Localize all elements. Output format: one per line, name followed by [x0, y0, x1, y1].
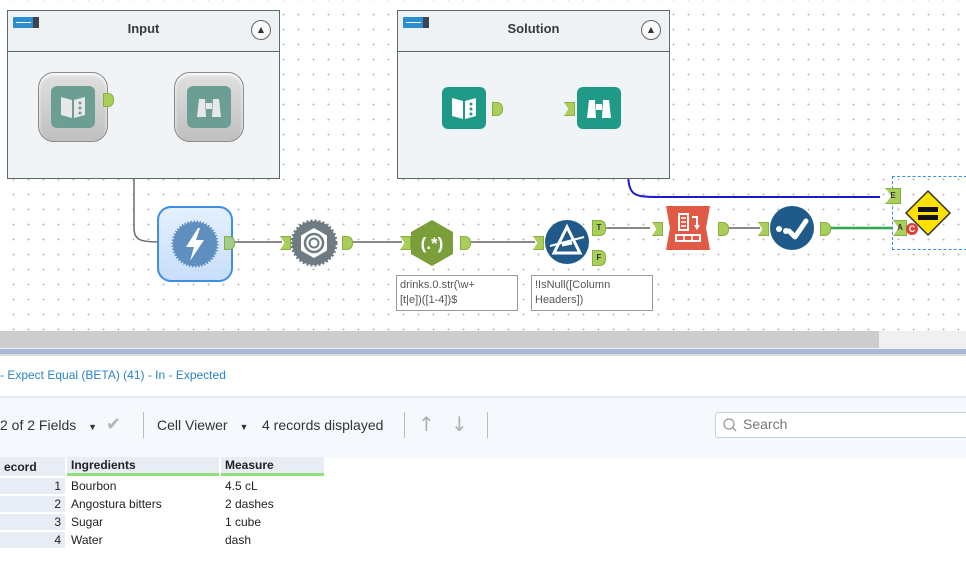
svg-text:(.*): (.*) — [421, 234, 444, 253]
toolbar-separator — [143, 412, 144, 438]
record-cell: 1 — [0, 478, 65, 494]
crosstab-tool[interactable] — [664, 205, 712, 251]
container-header[interactable]: Solution ▲ — [398, 11, 669, 52]
container-solution[interactable]: Solution ▲ — [397, 10, 670, 179]
book-icon — [442, 87, 486, 129]
checkmark-dots-icon — [770, 206, 814, 250]
prism-filter-icon — [545, 220, 589, 264]
table-header-row: ecord Ingredients Measure — [0, 457, 324, 476]
ingredients-cell[interactable]: Water — [67, 532, 219, 548]
output-anchor[interactable] — [103, 93, 114, 107]
container-title: Input — [127, 21, 160, 36]
cache-badge-icon: C — [906, 223, 918, 235]
json-parse-tool[interactable] — [290, 219, 338, 267]
output-anchor[interactable] — [718, 222, 729, 236]
crosstab-icon — [666, 206, 710, 250]
browse-tool[interactable] — [577, 87, 621, 129]
checkmark-icon[interactable]: ✔ — [106, 414, 121, 435]
input-data-tool[interactable] — [38, 72, 108, 142]
caret-down-icon: ▼ — [239, 422, 249, 432]
ingredients-cell[interactable]: Sugar — [67, 514, 219, 530]
measure-cell[interactable]: 4.5 cL — [221, 478, 324, 494]
output-anchor[interactable] — [460, 236, 471, 250]
test-tool[interactable] — [769, 205, 815, 251]
regex-tool[interactable]: (.*) — [409, 218, 455, 268]
measure-cell[interactable]: 2 dashes — [221, 496, 324, 512]
spiral-gear-icon — [290, 219, 338, 267]
chevron-up-icon[interactable]: ▲ — [251, 20, 271, 40]
table-row[interactable]: 2 Angostura bitters 2 dashes — [0, 496, 324, 512]
record-cell: 2 — [0, 496, 65, 512]
annotation-line: drinks.0.str(\w+ — [400, 279, 475, 291]
arrow-down-icon[interactable]: ↓ — [451, 412, 468, 436]
record-cell: 4 — [0, 532, 65, 548]
annotation-line: !IsNull([Column — [535, 279, 611, 291]
lightning-bolt-icon — [171, 220, 219, 268]
search-placeholder: Search — [743, 416, 788, 432]
measure-cell[interactable]: dash — [221, 532, 324, 548]
false-anchor[interactable]: F — [592, 250, 606, 266]
output-anchor[interactable] — [342, 236, 353, 250]
search-icon — [723, 418, 737, 432]
records-count: 4 records displayed — [262, 417, 384, 433]
caret-down-icon: ▼ — [88, 422, 98, 432]
table-row[interactable]: 4 Water dash — [0, 532, 324, 548]
output-anchor[interactable] — [492, 102, 503, 116]
cell-viewer-label: Cell Viewer — [157, 417, 228, 433]
filter-annotation: !IsNull([Column Headers]) — [531, 275, 653, 311]
fields-label: 2 of 2 Fields — [0, 417, 77, 433]
book-icon — [51, 86, 95, 128]
workflow-canvas[interactable]: Input ▲ Solution ▲ (.*) drinks.0.str(\w+… — [0, 0, 966, 334]
output-anchor[interactable] — [224, 236, 235, 250]
container-header[interactable]: Input ▲ — [8, 11, 279, 52]
annotation-line: [t|e])([1-4])$ — [400, 294, 458, 306]
ingredients-cell[interactable]: Bourbon — [67, 478, 219, 494]
column-header-ingredients[interactable]: Ingredients — [67, 457, 219, 476]
table-row[interactable]: 3 Sugar 1 cube — [0, 514, 324, 530]
column-header-record[interactable]: ecord — [0, 457, 65, 476]
true-anchor[interactable]: T — [592, 220, 606, 236]
macro-tool[interactable] — [157, 206, 233, 282]
binoculars-icon — [577, 87, 621, 129]
toolbar-separator — [487, 412, 488, 438]
scrollbar-thumb[interactable] — [0, 331, 879, 348]
arrow-up-icon[interactable]: ↑ — [418, 412, 435, 436]
search-input[interactable]: Search — [715, 412, 966, 438]
input-data-tool[interactable] — [442, 87, 486, 129]
panel-splitter[interactable] — [0, 349, 966, 356]
toolbar-separator — [404, 412, 405, 438]
chevron-up-icon[interactable]: ▲ — [641, 20, 661, 40]
fields-dropdown[interactable]: 2 of 2 Fields ▼ — [0, 417, 97, 433]
cell-viewer-dropdown[interactable]: Cell Viewer ▼ — [157, 417, 248, 433]
regex-annotation: drinks.0.str(\w+ [t|e])([1-4])$ — [396, 275, 518, 311]
measure-cell[interactable]: 1 cube — [221, 514, 324, 530]
annotation-line: Headers]) — [535, 294, 584, 306]
canvas-horizontal-scrollbar[interactable] — [0, 331, 966, 349]
browse-tool[interactable] — [174, 72, 244, 142]
column-header-measure[interactable]: Measure — [221, 457, 324, 476]
record-cell: 3 — [0, 514, 65, 530]
binoculars-icon — [187, 86, 231, 128]
table-row[interactable]: 1 Bourbon 4.5 cL — [0, 478, 324, 494]
results-table: ecord Ingredients Measure 1 Bourbon 4.5 … — [0, 455, 326, 550]
regex-icon: (.*) — [411, 220, 453, 266]
output-anchor[interactable] — [820, 222, 831, 236]
results-toolbar: 2 of 2 Fields ▼ ✔ Cell Viewer ▼ 4 record… — [0, 396, 966, 458]
container-title: Solution — [507, 21, 560, 36]
results-panel-title: - Expect Equal (BETA) (41) - In - Expect… — [0, 368, 226, 382]
ingredients-cell[interactable]: Angostura bitters — [67, 496, 219, 512]
filter-tool[interactable] — [544, 219, 590, 265]
